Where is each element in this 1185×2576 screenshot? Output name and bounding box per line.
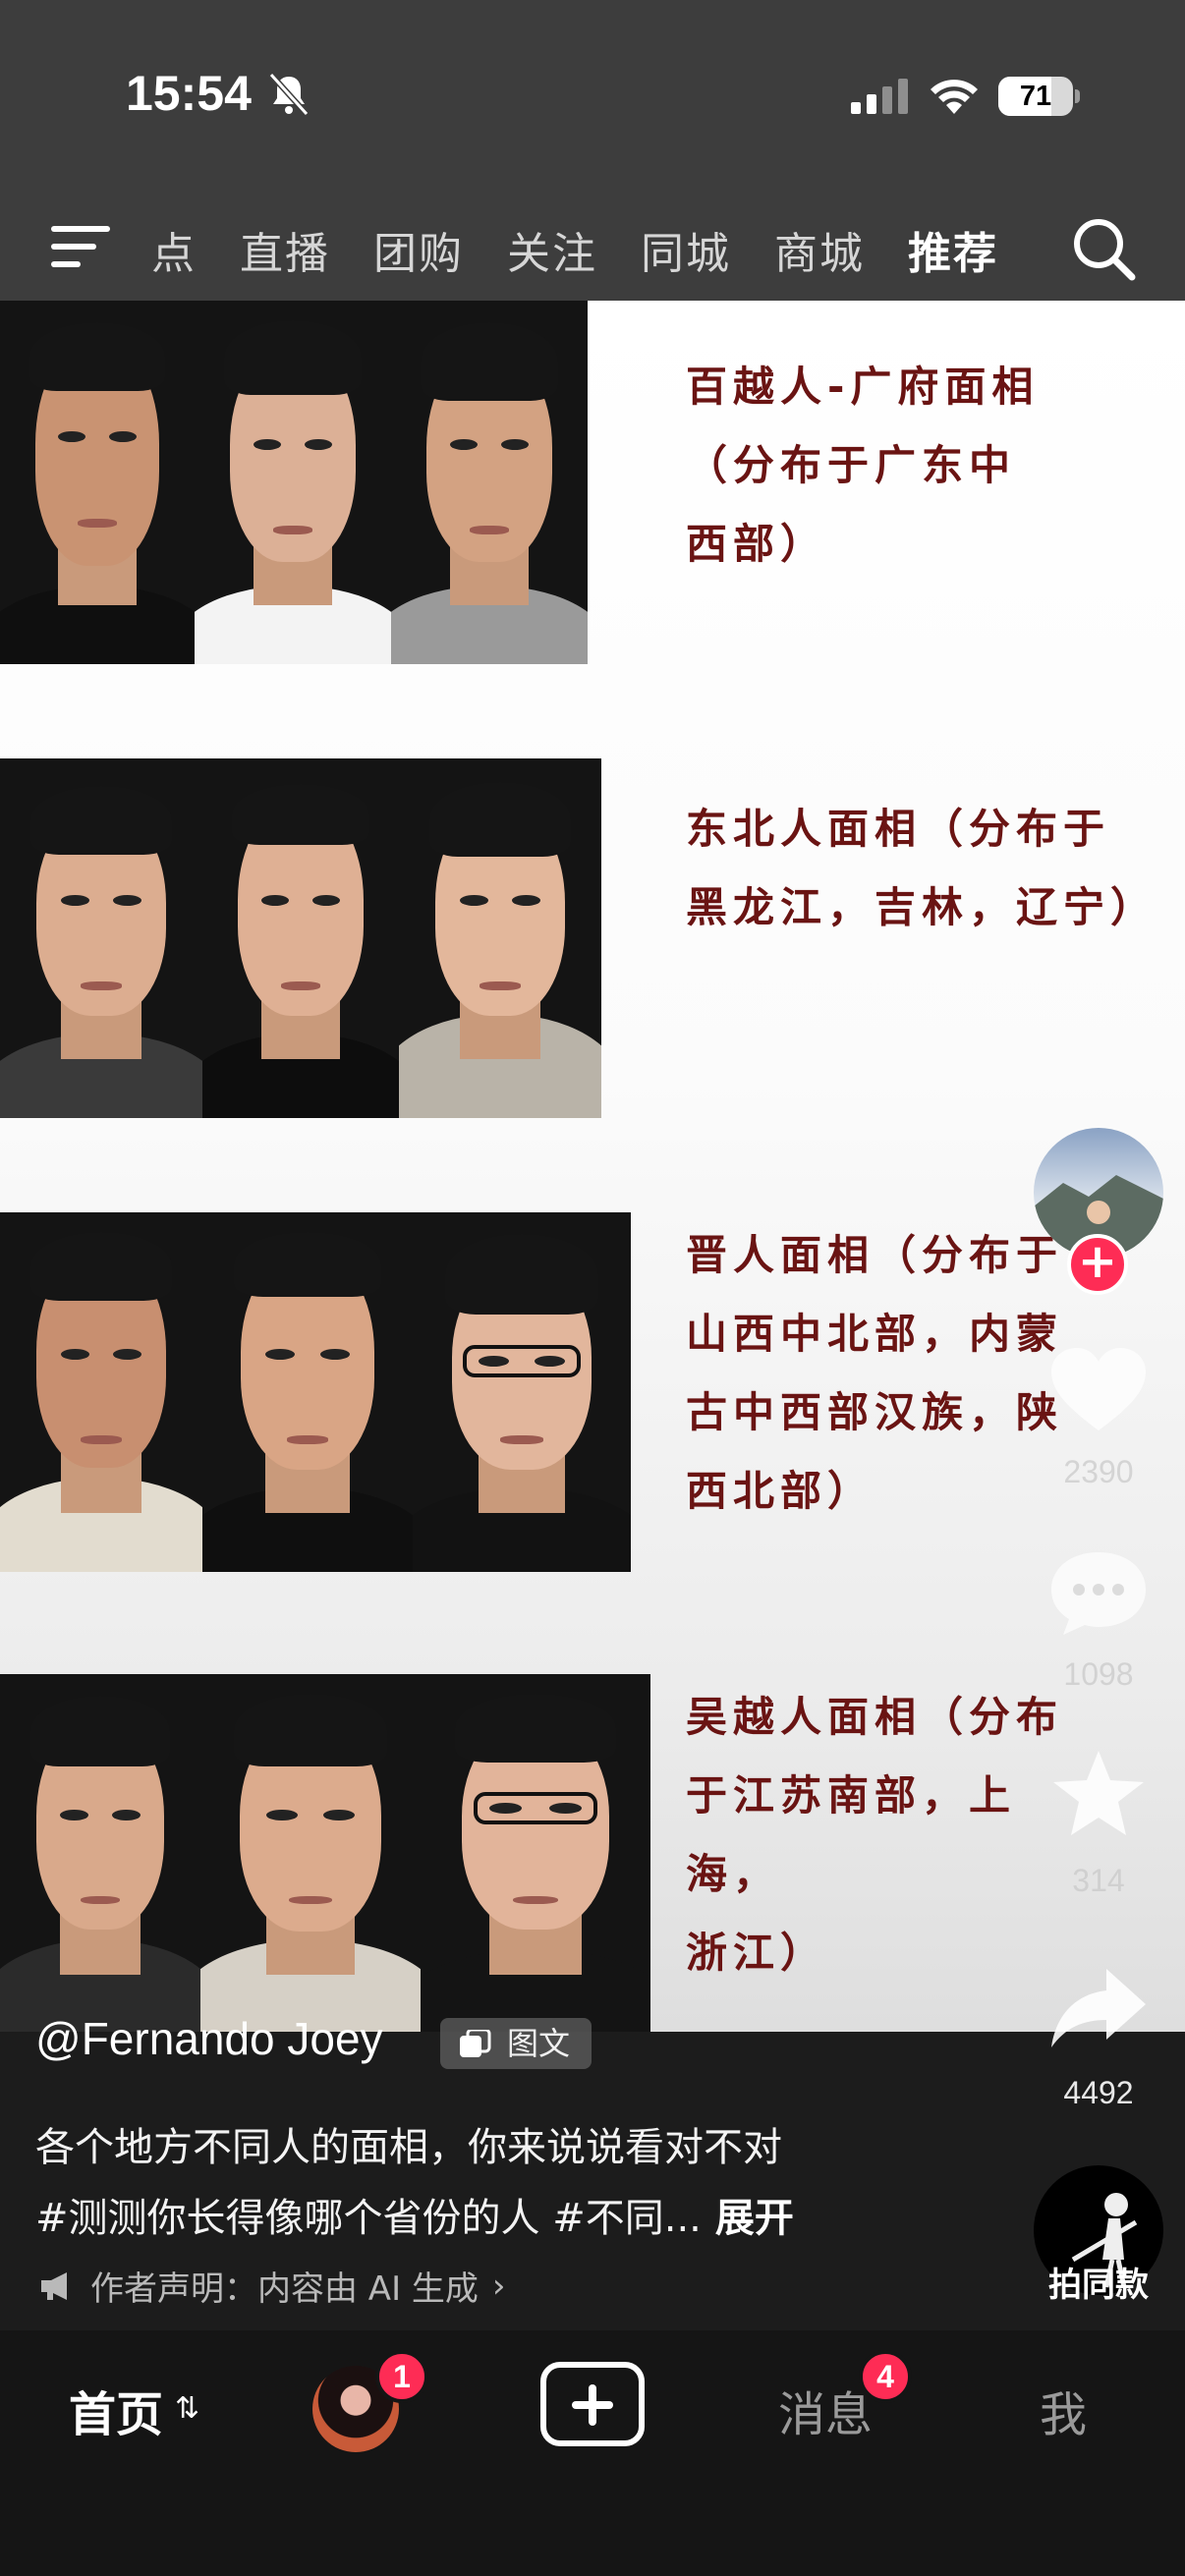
- bottom-nav: 首页 ⇅ 1 消息 4 我: [0, 2330, 1185, 2576]
- tab-nearby[interactable]: 同城: [641, 218, 731, 281]
- star-icon[interactable]: [1047, 1749, 1150, 1837]
- tab-dian[interactable]: 点: [151, 218, 197, 281]
- face-photo: [202, 1212, 413, 1572]
- face-photo: [0, 758, 202, 1118]
- tab-recommended[interactable]: 推荐: [908, 218, 998, 281]
- face-photo: [413, 1212, 631, 1572]
- heart-icon[interactable]: [1047, 1346, 1150, 1434]
- top-tabs: 点 直播 团购 关注 同城 商城 推荐: [151, 218, 1042, 281]
- search-icon[interactable]: [1071, 216, 1136, 281]
- messages-badge: 4: [859, 2350, 912, 2403]
- friends-badge: 1: [375, 2350, 428, 2403]
- nav-me[interactable]: 我: [1040, 2376, 1087, 2444]
- chevron-right-icon: ›: [491, 2266, 506, 2306]
- follow-button[interactable]: +: [1067, 1234, 1128, 1295]
- post-image[interactable]: 百越人-广府面相 （分布于广东中 西部） 东北人面相（分布于 黑龙江，吉林，辽宁…: [0, 301, 1185, 2032]
- post-type-badge: 图文: [440, 2018, 592, 2069]
- nav-messages[interactable]: 消息: [778, 2376, 873, 2444]
- comment-icon[interactable]: [1047, 1548, 1150, 1637]
- tab-following[interactable]: 关注: [507, 218, 597, 281]
- battery-percent: 71: [1019, 81, 1052, 112]
- create-post-button[interactable]: [540, 2362, 645, 2446]
- face-photos: [0, 301, 588, 664]
- tab-live[interactable]: 直播: [240, 218, 330, 281]
- favorite-count: 314: [1072, 1863, 1125, 1898]
- face-photos: [0, 1674, 650, 2032]
- status-time: 15:54: [126, 66, 252, 121]
- face-photo: [391, 301, 588, 664]
- tab-group-buy[interactable]: 团购: [373, 218, 464, 281]
- post-description[interactable]: 各个地方不同人的面相，你来说说看对不对 #测测你长得像哪个省份的人 #不同...…: [35, 2112, 1018, 2254]
- author-name[interactable]: @Fernando Joey: [35, 2012, 383, 2065]
- face-photo: [0, 1212, 202, 1572]
- region-caption: 百越人-广府面相 （分布于广东中 西部）: [686, 363, 1040, 568]
- face-photos: [0, 758, 601, 1118]
- region-caption: 东北人面相（分布于 黑龙江，吉林，辽宁）: [686, 805, 1158, 931]
- share-count: 4492: [1063, 2075, 1134, 2110]
- wifi-icon: [931, 80, 978, 114]
- face-photo: [0, 301, 195, 664]
- expand-button[interactable]: 展开: [715, 2196, 794, 2241]
- bell-muted-icon: [268, 72, 310, 117]
- shoot-same-label[interactable]: 拍同款: [1022, 2258, 1175, 2306]
- megaphone-icon: [41, 2271, 67, 2300]
- comment-count: 1098: [1063, 1656, 1134, 1692]
- like-count: 2390: [1063, 1454, 1134, 1489]
- face-photo: [399, 758, 601, 1118]
- nav-home[interactable]: 首页: [69, 2376, 163, 2444]
- face-photo: [421, 1674, 650, 2032]
- cellular-signal-icon: [851, 79, 908, 114]
- ai-statement[interactable]: 作者声明：内容由 AI 生成 ›: [39, 2262, 506, 2310]
- switch-arrows-icon[interactable]: ⇅: [175, 2391, 199, 2426]
- face-photo: [0, 1674, 200, 2032]
- tab-mall[interactable]: 商城: [774, 218, 865, 281]
- share-icon[interactable]: [1047, 1965, 1150, 2053]
- region-caption: 吴越人面相（分布 于江苏南部，上海， 浙江）: [686, 1693, 1064, 1977]
- face-photo: [202, 758, 399, 1118]
- face-photo: [200, 1674, 421, 2032]
- top-bar: 15:54 71 点 直播 团购 关注 同城 商城 推荐: [0, 0, 1185, 301]
- menu-icon[interactable]: [51, 224, 112, 269]
- face-photos: [0, 1212, 631, 1572]
- battery-indicator: 71: [998, 77, 1080, 116]
- face-photo: [195, 301, 391, 664]
- image-text-icon: [460, 2030, 491, 2057]
